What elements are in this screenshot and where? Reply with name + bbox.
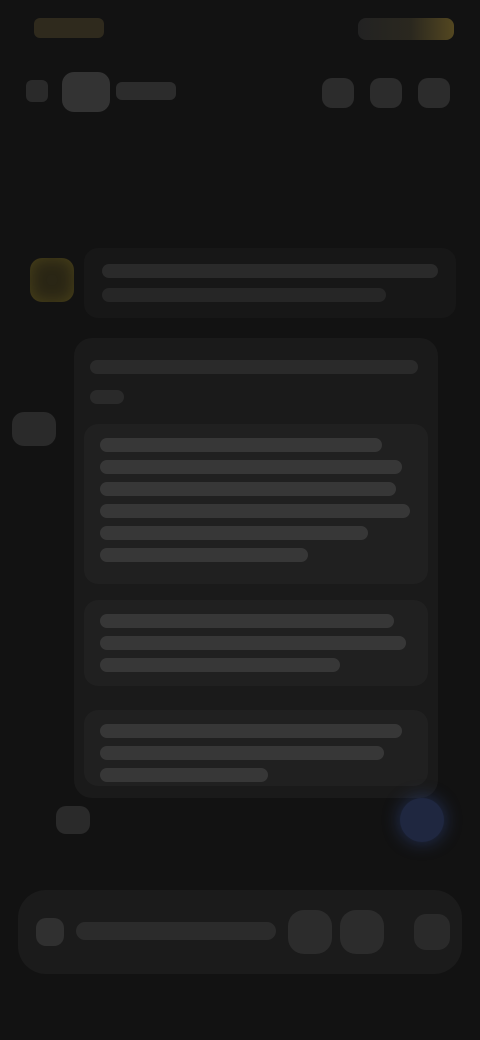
assistant-icon (12, 412, 56, 446)
prompt-bubble (84, 248, 456, 318)
response-line (100, 636, 406, 650)
prompt-line-2 (102, 288, 386, 302)
response-line (100, 438, 382, 452)
fab-button[interactable] (400, 798, 444, 842)
response-block-2 (84, 600, 428, 686)
app-action-2[interactable] (370, 78, 402, 108)
prompt-line-1 (102, 264, 438, 278)
response-block-1 (84, 424, 428, 584)
battery-icon (358, 18, 359, 19)
response-block-3 (84, 710, 428, 786)
response-line (100, 526, 368, 540)
response-line (100, 460, 402, 474)
small-action-icon[interactable] (56, 806, 90, 834)
response-line (100, 768, 268, 782)
mic-button[interactable] (288, 910, 332, 954)
status-icons (358, 18, 454, 40)
send-button[interactable] (414, 914, 450, 950)
voice-button[interactable] (340, 910, 384, 954)
send-icon (414, 914, 415, 915)
status-bar (0, 0, 480, 56)
add-icon[interactable] (36, 918, 64, 946)
voice-icon (340, 910, 341, 911)
overflow-menu-button[interactable] (418, 78, 450, 108)
avatar-icon (30, 258, 74, 302)
response-line (100, 746, 384, 760)
response-line (100, 482, 396, 496)
app-bar (0, 62, 480, 122)
mic-icon (288, 910, 289, 911)
action-2-icon (370, 78, 371, 79)
action-1-icon (322, 78, 323, 79)
response-line (100, 614, 394, 628)
time-icon (34, 18, 104, 38)
overflow-icon (418, 78, 419, 79)
response-header (90, 360, 418, 374)
back-icon[interactable] (26, 80, 48, 102)
message-input[interactable] (76, 922, 276, 940)
prompt-row (24, 248, 456, 326)
signal-icon (358, 18, 359, 19)
app-logo-icon (62, 72, 110, 112)
response-line (100, 724, 402, 738)
response-line (100, 504, 410, 518)
app-action-1[interactable] (322, 78, 354, 108)
response-card (74, 338, 438, 798)
response-subheader (90, 390, 124, 404)
response-line (100, 658, 340, 672)
response-area (0, 338, 480, 858)
input-bar[interactable] (18, 890, 462, 974)
response-line (100, 548, 308, 562)
app-title-placeholder (116, 82, 176, 100)
